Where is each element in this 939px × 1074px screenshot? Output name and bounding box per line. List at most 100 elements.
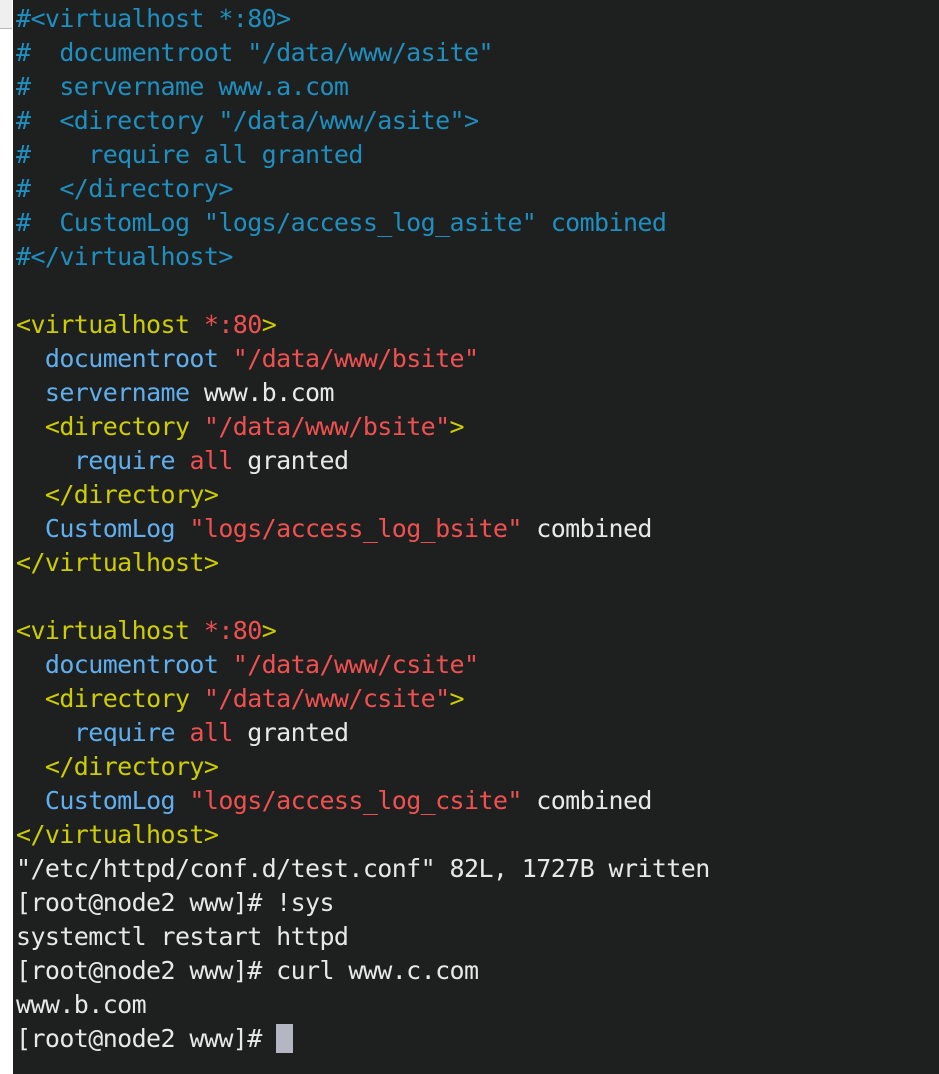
terminal-text-segment: # documentroot "/data/www/asite" (16, 38, 494, 67)
terminal-text-segment: require (73, 446, 176, 475)
terminal-text-segment: #</virtualhost> (16, 242, 233, 271)
terminal-text-segment: </directory> (44, 752, 219, 781)
terminal-line: "/etc/httpd/conf.d/test.conf" 82L, 1727B… (16, 852, 939, 886)
terminal-text-segment: documentroot (44, 650, 219, 679)
terminal-line: <directory "/data/www/bsite"> (16, 410, 939, 444)
terminal-text-segment: "logs/access_log_csite" (189, 786, 522, 815)
terminal-line: CustomLog "logs/access_log_csite" combin… (16, 784, 939, 818)
terminal-text-segment: all (189, 446, 233, 475)
terminal-line: require all granted (16, 716, 939, 750)
terminal-line: </directory> (16, 478, 939, 512)
terminal-text-segment: # servername www.a.com (16, 72, 349, 101)
terminal-text-segment: > (449, 412, 465, 441)
terminal-text-segment: # CustomLog "logs/access_log_asite" comb… (16, 208, 667, 237)
terminal-line: </virtualhost> (16, 818, 939, 852)
terminal-text-segment: [root@node2 www]# (16, 1024, 277, 1053)
terminal-text-segment: </virtualhost> (16, 820, 219, 849)
terminal-line: servername www.b.com (16, 376, 939, 410)
terminal-text-segment: require (73, 718, 176, 747)
terminal-line: require all granted (16, 444, 939, 478)
terminal-text-segment: systemctl restart httpd (16, 922, 349, 951)
terminal-line: systemctl restart httpd (16, 920, 939, 954)
terminal-text-segment: </directory> (44, 480, 219, 509)
terminal-text-segment: > (261, 616, 277, 645)
terminal-text-segment: combined (521, 514, 652, 543)
scrollbar-thumb[interactable] (0, 0, 12, 29)
terminal-text-segment: [root@node2 www]# curl www.c.com (16, 956, 479, 985)
terminal-screenshot: #<virtualhost *:80> # documentroot "/data… (0, 0, 939, 1074)
terminal-text-segment: # <directory "/data/www/asite"> (16, 106, 479, 135)
terminal-text-segment: > (449, 684, 465, 713)
terminal-line: documentroot "/data/www/csite" (16, 648, 939, 682)
terminal-text-segment: virtualhost *:80> (44, 4, 291, 33)
terminal-text-segment: <directory (44, 412, 204, 441)
terminal-text-segment: combined (521, 786, 652, 815)
terminal-text-segment: CustomLog (44, 786, 176, 815)
terminal-line: </directory> (16, 750, 939, 784)
terminal-text-segment: "/data/www/csite" (203, 684, 450, 713)
terminal-text-segment: granted (232, 446, 349, 475)
terminal-text-segment: servername (44, 378, 190, 407)
terminal-text-segment: *:80 (203, 310, 262, 339)
terminal-line: # </directory> (16, 172, 939, 206)
terminal-text-segment: CustomLog (44, 514, 176, 543)
terminal-line: # <directory "/data/www/asite"> (16, 104, 939, 138)
terminal-text-segment: # require all granted (16, 140, 363, 169)
terminal-text-segment: "logs/access_log_bsite" (189, 514, 522, 543)
terminal-line: #<virtualhost *:80> (16, 2, 939, 36)
text-cursor (276, 1024, 294, 1053)
terminal-text-segment: <virtualhost (16, 616, 204, 645)
terminal-text-segment: www.b.com (203, 378, 335, 407)
terminal-text-segment: <directory (44, 684, 204, 713)
terminal-text-segment: *:80 (203, 616, 262, 645)
page-left-margin (0, 0, 13, 1074)
terminal-text-segment: granted (232, 718, 349, 747)
terminal-line: #</virtualhost> (16, 240, 939, 274)
terminal-text-segment: "/etc/httpd/conf.d/test.conf" 82L, 1727B… (16, 854, 710, 883)
terminal-line: www.b.com (16, 988, 939, 1022)
terminal-line: <directory "/data/www/csite"> (16, 682, 939, 716)
terminal-output-area[interactable]: #<virtualhost *:80> # documentroot "/data… (13, 0, 939, 1074)
terminal-text-segment: > (261, 310, 277, 339)
terminal-line: [root@node2 www]# curl www.c.com (16, 954, 939, 988)
terminal-text-segment: all (189, 718, 233, 747)
terminal-line: documentroot "/data/www/bsite" (16, 342, 939, 376)
terminal-text-segment: "/data/www/bsite" (232, 344, 479, 373)
terminal-text-segment: documentroot (44, 344, 219, 373)
terminal-line: # documentroot "/data/www/asite" (16, 36, 939, 70)
terminal-text-segment: www.b.com (16, 990, 147, 1019)
terminal-line: <virtualhost *:80> (16, 614, 939, 648)
terminal-line: # servername www.a.com (16, 70, 939, 104)
terminal-line: [root@node2 www]# (16, 1022, 939, 1056)
terminal-text-segment: [root@node2 www]# !sys (16, 888, 335, 917)
terminal-text-segment: "/data/www/csite" (232, 650, 479, 679)
terminal-line: # CustomLog "logs/access_log_asite" comb… (16, 206, 939, 240)
terminal-line: <virtualhost *:80> (16, 308, 939, 342)
terminal-line: [root@node2 www]# !sys (16, 886, 939, 920)
terminal-text-segment: #< (16, 4, 46, 33)
terminal-line: CustomLog "logs/access_log_bsite" combin… (16, 512, 939, 546)
terminal-text-segment: </virtualhost> (16, 548, 219, 577)
terminal-line: # require all granted (16, 138, 939, 172)
terminal-line: </virtualhost> (16, 546, 939, 580)
terminal-text-segment: <virtualhost (16, 310, 204, 339)
